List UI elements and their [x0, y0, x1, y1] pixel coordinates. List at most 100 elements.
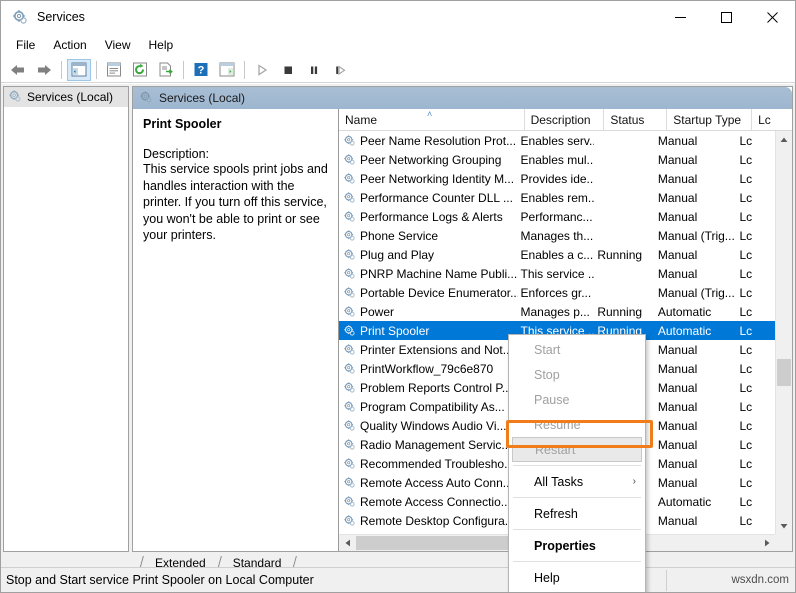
minimize-button[interactable]	[657, 1, 703, 33]
status-bar: Stop and Start service Print Spooler on …	[1, 567, 795, 592]
menu-view[interactable]: View	[96, 35, 140, 55]
column-status[interactable]: Status	[604, 109, 668, 131]
show-action-pane-icon[interactable]	[215, 59, 239, 81]
service-gear-icon	[343, 457, 356, 470]
table-row[interactable]: Plug and Play Enables a c... Running Manual…	[339, 245, 775, 264]
cell-log-on-as: Lc	[739, 209, 753, 224]
description-label: Description:	[143, 147, 209, 161]
refresh-icon[interactable]	[128, 59, 152, 81]
services-node-icon	[8, 89, 22, 106]
menu-help[interactable]: Help	[140, 35, 183, 55]
cell-startup-type: Manual	[657, 399, 698, 414]
cell-name: PNRP Machine Name Publi...	[339, 267, 518, 281]
pause-service-icon[interactable]	[302, 59, 326, 81]
services-gear-icon	[11, 8, 29, 26]
toolbar-separator	[183, 60, 184, 79]
column-name[interactable]: Name ˄	[339, 109, 525, 131]
ctx-help[interactable]: Help	[509, 565, 645, 590]
column-log-on-as[interactable]: Lc	[752, 109, 792, 131]
vertical-scroll-track[interactable]	[776, 148, 792, 517]
menu-file[interactable]: File	[7, 35, 44, 55]
cell-startup-type: Manual	[657, 513, 698, 528]
cell-name: Phone Service	[339, 229, 518, 243]
context-menu-separator	[513, 497, 641, 498]
service-name-text: Portable Device Enumerator...	[360, 285, 518, 300]
service-name-text: Performance Logs & Alerts	[360, 209, 503, 224]
scroll-up-icon[interactable]	[776, 131, 792, 148]
ctx-properties[interactable]: Properties	[509, 533, 645, 558]
cell-name: Portable Device Enumerator...	[339, 286, 518, 300]
table-row[interactable]: PNRP Machine Name Publi... This service .…	[339, 264, 775, 283]
help-icon[interactable]: ?	[189, 59, 213, 81]
ctx-refresh[interactable]: Refresh	[509, 501, 645, 526]
table-row[interactable]: Power Manages p... Running Automatic Lc	[339, 302, 775, 321]
cell-log-on-as: Lc	[739, 247, 753, 262]
cell-startup-type: Manual	[657, 475, 698, 490]
back-icon[interactable]	[6, 59, 30, 81]
cell-startup-type: Manual	[657, 190, 698, 205]
service-gear-icon	[343, 248, 356, 261]
table-row[interactable]: Peer Name Resolution Prot... Enables serv…	[339, 131, 775, 150]
cell-description: Enables serv...	[520, 133, 595, 148]
show-hide-console-tree-icon[interactable]	[67, 58, 91, 81]
stop-service-icon[interactable]	[276, 59, 300, 81]
service-name-text: Remote Access Connectio...	[360, 494, 511, 509]
svg-text:?: ?	[198, 65, 205, 77]
scroll-right-icon[interactable]	[758, 535, 775, 551]
forward-icon[interactable]	[32, 59, 56, 81]
service-gear-icon	[343, 495, 356, 508]
ctx-refresh-label: Refresh	[534, 506, 578, 521]
export-list-icon[interactable]	[154, 59, 178, 81]
cell-log-on-as: Lc	[739, 323, 753, 338]
ctx-stop-label: Stop	[534, 367, 560, 382]
table-row[interactable]: Performance Counter DLL ... Enables rem..…	[339, 188, 775, 207]
cell-startup-type: Manual	[657, 380, 698, 395]
scroll-left-icon[interactable]	[339, 535, 356, 551]
ctx-all-tasks[interactable]: All Tasks ›	[509, 469, 645, 494]
menu-action[interactable]: Action	[44, 35, 95, 55]
table-row[interactable]: Phone Service Manages th... Manual (Trig..…	[339, 226, 775, 245]
vertical-scroll-thumb[interactable]	[777, 359, 791, 386]
maximize-button[interactable]	[703, 1, 749, 33]
cell-name: Plug and Play	[339, 248, 518, 262]
service-name-text: Quality Windows Audio Vi...	[360, 418, 507, 433]
table-row[interactable]: Peer Networking Grouping Enables mul... Ma…	[339, 150, 775, 169]
context-menu-separator	[513, 465, 641, 466]
cell-log-on-as: Lc	[739, 456, 753, 471]
scroll-down-icon[interactable]	[776, 517, 792, 534]
service-gear-icon	[343, 381, 356, 394]
ctx-stop: Stop	[509, 362, 645, 387]
ctx-resume: Resume	[509, 412, 645, 437]
table-row[interactable]: Portable Device Enumerator... Enforces gr…	[339, 283, 775, 302]
column-status-label: Status	[610, 113, 645, 127]
cell-name: Remote Access Auto Conn...	[339, 476, 518, 490]
properties-icon[interactable]	[102, 59, 126, 81]
column-startup-type[interactable]: Startup Type	[667, 109, 753, 131]
services-window: Services File Action View Help ? Service…	[0, 0, 796, 593]
close-button[interactable]	[749, 1, 795, 33]
service-gear-icon	[343, 343, 356, 356]
tree-root-node[interactable]: Services (Local)	[4, 87, 128, 107]
services-node-icon	[139, 90, 153, 107]
column-description[interactable]: Description	[525, 109, 605, 131]
cell-log-on-as: Lc	[739, 437, 753, 452]
service-name-text: Plug and Play	[360, 247, 435, 262]
start-service-icon[interactable]	[250, 59, 274, 81]
cell-log-on-as: Lc	[739, 361, 753, 376]
cell-log-on-as: Lc	[739, 285, 753, 300]
table-row[interactable]: Peer Networking Identity M... Provides id…	[339, 169, 775, 188]
cell-name: Recommended Troublesho...	[339, 457, 518, 471]
context-menu: Start Stop Pause Resume Restart All Tasks › Ref…	[508, 334, 646, 592]
column-log-on-as-label: Lc	[758, 113, 771, 127]
restart-service-icon[interactable]	[328, 59, 352, 81]
cell-name: Performance Counter DLL ...	[339, 191, 518, 205]
vertical-scrollbar[interactable]	[775, 131, 792, 534]
cell-log-on-as: Lc	[739, 190, 753, 205]
service-name-text: Recommended Troublesho...	[360, 456, 515, 471]
service-name-text: Printer Extensions and Not...	[360, 342, 513, 357]
service-name-text: Remote Access Auto Conn...	[360, 475, 513, 490]
service-gear-icon	[343, 153, 356, 166]
table-row[interactable]: Performance Logs & Alerts Performanc... Ma…	[339, 207, 775, 226]
cell-description: Enables mul...	[520, 152, 595, 167]
horizontal-scroll-thumb[interactable]	[356, 536, 518, 550]
